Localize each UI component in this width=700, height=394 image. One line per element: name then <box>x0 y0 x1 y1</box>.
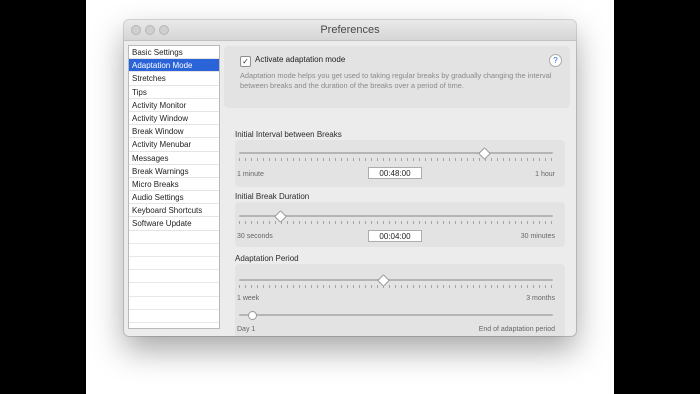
activate-adaptation-label[interactable]: Activate adaptation mode <box>255 55 345 64</box>
sidebar-empty-row <box>129 310 219 323</box>
period-panel: 1 week 3 months Day 1 End of adaptation … <box>235 264 565 336</box>
sidebar-item-software-update[interactable]: Software Update <box>129 217 219 231</box>
period-min-label: 1 week <box>237 295 260 302</box>
duration-value-field[interactable]: 00:04:00 <box>368 230 422 242</box>
sidebar-item-activity-window[interactable]: Activity Window <box>129 112 219 126</box>
sidebar-item-break-warnings[interactable]: Break Warnings <box>129 165 219 178</box>
duration-min-label: 30 seconds <box>237 233 273 240</box>
period-slider-ticks <box>239 285 553 288</box>
sidebar-item-keyboard-shortcuts[interactable]: Keyboard Shortcuts <box>129 204 219 218</box>
sidebar-empty-row <box>129 244 219 257</box>
progress-end-label: End of adaptation period <box>478 326 555 333</box>
period-max-label: 3 months <box>526 295 555 302</box>
activate-adaptation-checkbox[interactable]: ✓ <box>240 56 251 67</box>
adaptation-mode-pane: ✓ Activate adaptation mode ? Adaptation … <box>224 46 570 336</box>
checkmark-icon: ✓ <box>242 57 249 66</box>
interval-slider-ticks <box>239 158 553 161</box>
interval-panel: 1 minute 00:48:00 1 hour <box>235 140 565 187</box>
interval-value-field[interactable]: 00:48:00 <box>368 167 422 179</box>
sidebar-empty-row <box>129 270 219 284</box>
preferences-window: Preferences Basic Settings Adaptation Mod… <box>124 20 576 336</box>
sidebar-item-stretches[interactable]: Stretches <box>129 72 219 86</box>
sidebar-item-activity-menubar[interactable]: Activity Menubar <box>129 138 219 152</box>
window-title: Preferences <box>320 24 380 36</box>
duration-max-label: 30 minutes <box>520 233 555 240</box>
sidebar-empty-row <box>129 283 219 297</box>
period-section-label: Adaptation Period <box>235 254 299 263</box>
sidebar-item-micro-breaks[interactable]: Micro Breaks <box>129 178 219 192</box>
duration-panel: 30 seconds 00:04:00 30 minutes <box>235 202 565 247</box>
sidebar-item-adaptation-mode[interactable]: Adaptation Mode <box>129 59 219 73</box>
sidebar-item-break-window[interactable]: Break Window <box>129 125 219 139</box>
activation-panel: ✓ Activate adaptation mode ? Adaptation … <box>224 46 570 108</box>
preferences-sidebar: Basic Settings Adaptation Mode Stretches Ti… <box>128 45 220 329</box>
interval-slider-track[interactable] <box>239 152 553 154</box>
interval-max-label: 1 hour <box>535 171 555 178</box>
sidebar-item-messages[interactable]: Messages <box>129 152 219 165</box>
sidebar-item-basic-settings[interactable]: Basic Settings <box>129 46 219 60</box>
duration-section-label: Initial Break Duration <box>235 192 310 201</box>
interval-section-label: Initial Interval between Breaks <box>235 130 342 139</box>
sidebar-item-activity-monitor[interactable]: Activity Monitor <box>129 99 219 112</box>
sidebar-empty-row <box>129 231 219 244</box>
help-button[interactable]: ? <box>549 54 562 67</box>
sidebar-item-tips[interactable]: Tips <box>129 86 219 99</box>
adaptation-progress-indicator <box>248 311 258 320</box>
sidebar-item-audio-settings[interactable]: Audio Settings <box>129 191 219 205</box>
sidebar-empty-row <box>129 257 219 271</box>
interval-min-label: 1 minute <box>237 171 264 178</box>
duration-slider-ticks <box>239 221 553 224</box>
adaptation-progress-track <box>239 314 553 316</box>
sidebar-empty-row <box>129 297 219 310</box>
adaptation-description: Adaptation mode helps you get used to ta… <box>240 71 552 90</box>
title-bar: Preferences <box>124 20 576 41</box>
progress-start-label: Day 1 <box>237 326 256 333</box>
period-slider-track[interactable] <box>239 279 553 281</box>
